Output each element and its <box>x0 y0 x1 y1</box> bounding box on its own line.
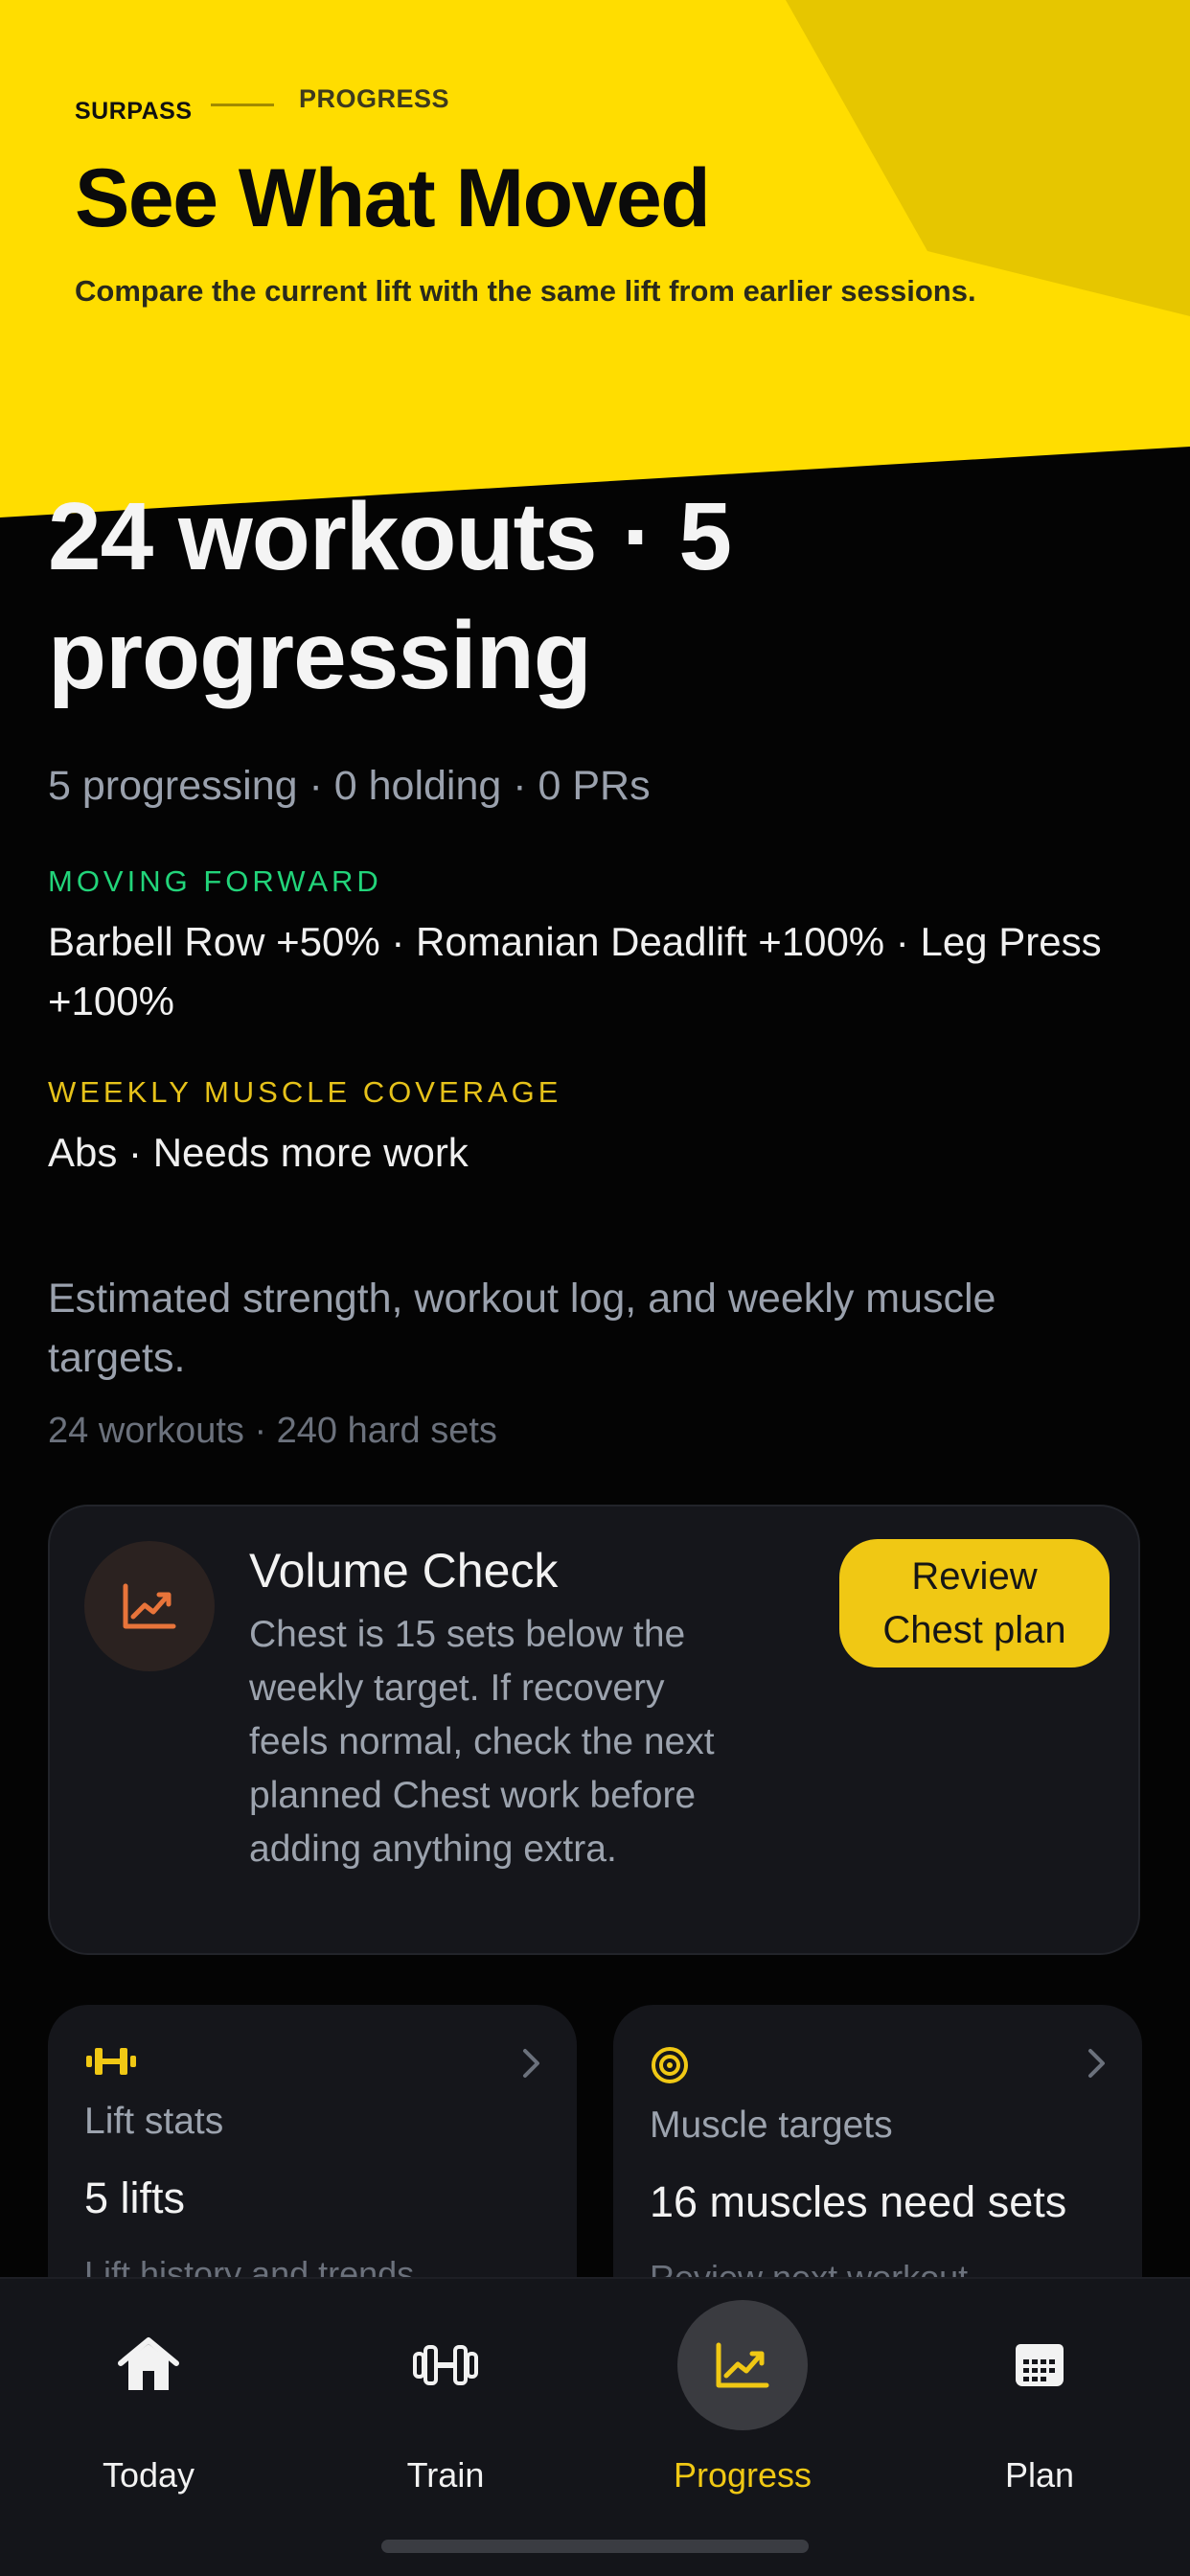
trending-up-icon <box>84 1541 215 1671</box>
home-icon <box>83 2300 214 2430</box>
volume-check-card: Volume Check Chest is 15 sets below the … <box>48 1505 1140 1955</box>
summary-status: 5 progressing · 0 holding · 0 PRs <box>48 763 651 809</box>
review-chest-plan-button[interactable]: Review Chest plan <box>839 1539 1110 1668</box>
moving-forward-text: Barbell Row +50% · Romanian Deadlift +10… <box>48 919 1102 1024</box>
muscle-targets-label: Muscle targets <box>650 2104 893 2146</box>
tab-today[interactable]: Today <box>0 2279 297 2499</box>
tab-train[interactable]: Train <box>297 2279 594 2499</box>
tab-today-label: Today <box>102 2455 195 2495</box>
header-background <box>0 0 1190 518</box>
summary-title: 24 workouts · 5 progressing <box>48 483 732 709</box>
tab-plan[interactable]: Plan <box>891 2279 1188 2499</box>
page-title: See What Moved <box>75 152 711 244</box>
tab-progress-label: Progress <box>673 2455 812 2495</box>
home-indicator[interactable] <box>381 2540 809 2553</box>
tab-plan-label: Plan <box>1004 2455 1075 2495</box>
lift-stats-label: Lift stats <box>84 2101 224 2142</box>
chart-icon <box>677 2300 808 2430</box>
brand-divider <box>211 104 274 106</box>
progress-screen: SURPASS PROGRESS See What Moved Compare … <box>0 0 1190 2576</box>
workout-meta: 24 workouts · 240 hard sets <box>48 1411 497 1451</box>
header-banner: SURPASS PROGRESS See What Moved Compare … <box>0 0 1190 537</box>
brand-name: SURPASS <box>75 98 193 125</box>
muscle-targets-value: 16 muscles need sets <box>650 2177 1067 2226</box>
page-subtitle: Compare the current lift with the same l… <box>75 274 976 308</box>
muscle-coverage-text: Abs · Needs more work <box>48 1130 469 1175</box>
tab-progress[interactable]: Progress <box>594 2279 891 2499</box>
progress-description: Estimated strength, workout log, and wee… <box>48 1276 996 1381</box>
moving-forward-label: MOVING FORWARD <box>48 864 382 898</box>
volume-check-body: Chest is 15 sets below the weekly target… <box>249 1614 715 1870</box>
volume-check-title: Volume Check <box>249 1544 559 1598</box>
muscle-coverage-label: WEEKLY MUSCLE COVERAGE <box>48 1075 562 1109</box>
tab-train-label: Train <box>406 2455 485 2495</box>
target-icon <box>650 2045 690 2090</box>
dumbbell-icon <box>84 2045 138 2082</box>
lift-stats-value: 5 lifts <box>84 2174 186 2222</box>
calendar-icon <box>974 2300 1105 2430</box>
chevron-right-icon <box>1087 2047 1108 2084</box>
bottom-tab-bar: Today Train Progress Plan <box>0 2277 1190 2576</box>
section-label: PROGRESS <box>299 84 450 113</box>
dumbbell-icon <box>380 2300 511 2430</box>
chevron-right-icon <box>521 2047 542 2084</box>
